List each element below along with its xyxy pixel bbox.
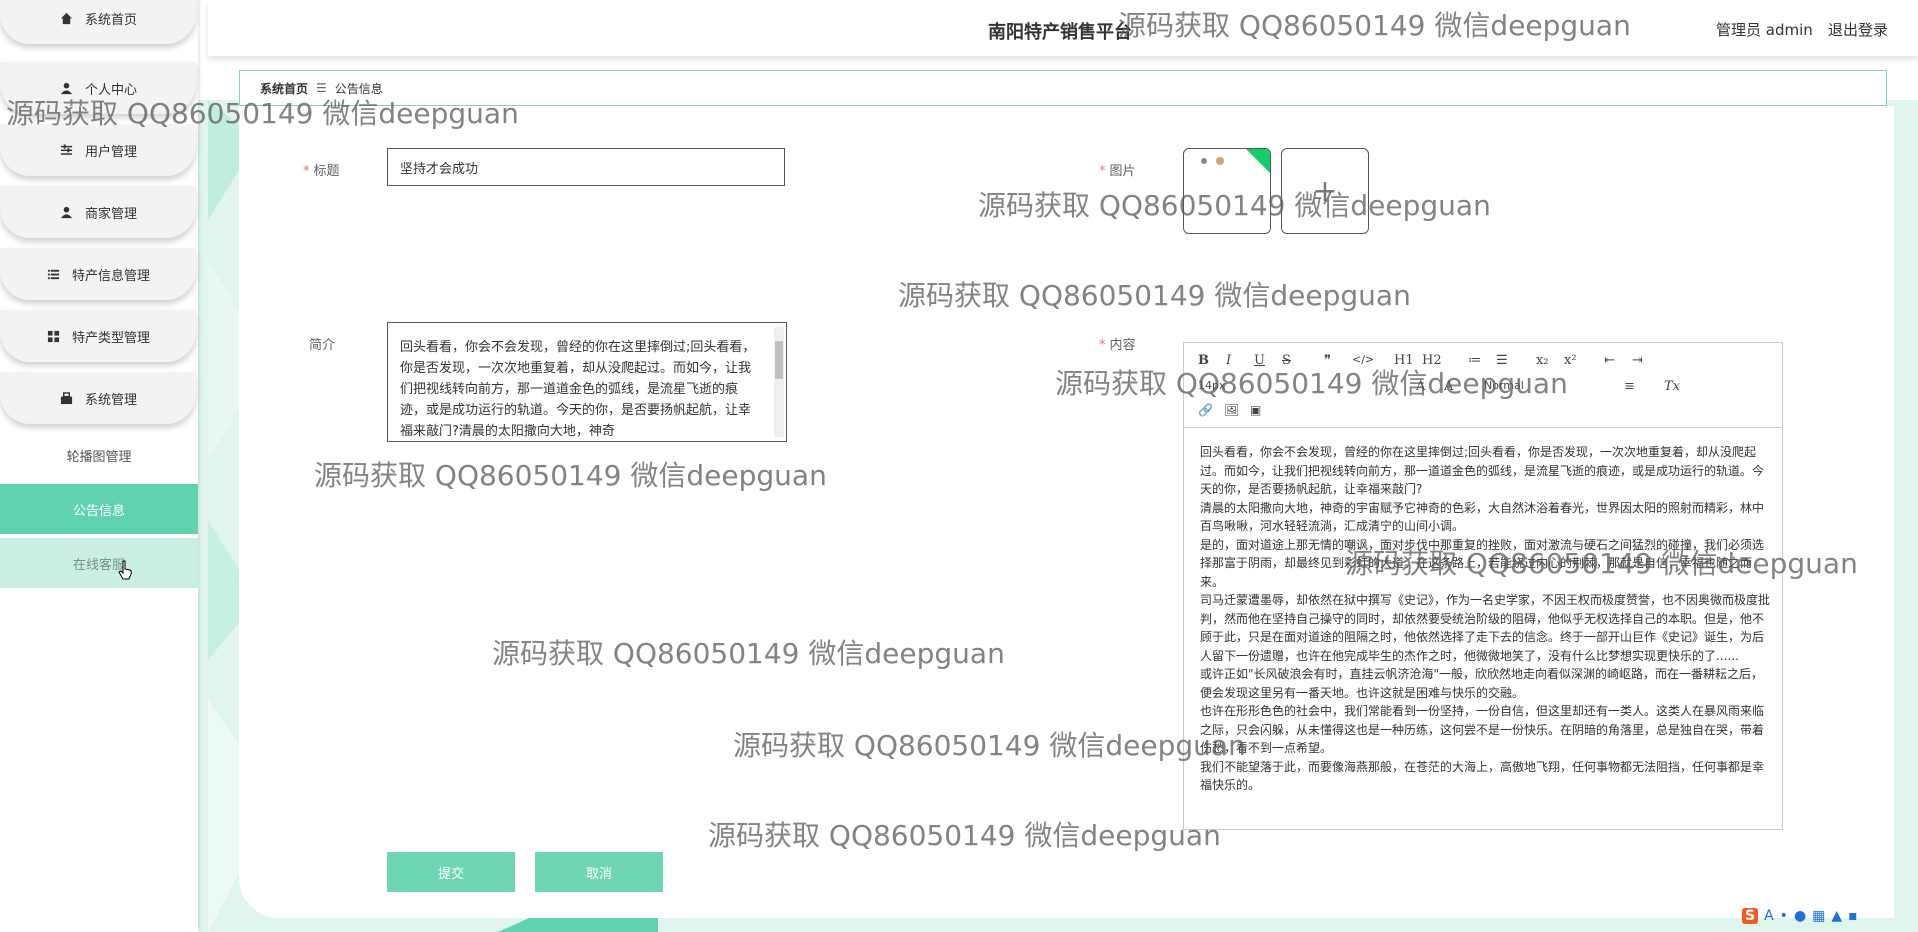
summary-textarea[interactable]: 回头看看，你会不会发现，曾经的你在这里摔倒过;回头看看，你是否发现，一次次地重复…: [387, 322, 787, 442]
sidebar-item-label: 个人中心: [84, 82, 137, 98]
submit-button[interactable]: 提交: [387, 852, 515, 892]
sidebar-item-home[interactable]: 系统首页: [0, 0, 196, 44]
rich-text-editor[interactable]: B I U S ❞ </> H1 H2 ≔ ☰ x₂ x² ⇤ ⇥ 14px N…: [1183, 342, 1783, 830]
cancel-button[interactable]: 取消: [535, 852, 663, 892]
title-input[interactable]: [387, 148, 785, 186]
sliders-icon: [59, 142, 75, 158]
background-color-button[interactable]: A: [1444, 379, 1453, 394]
image-preview-icon: [1201, 157, 1224, 165]
sidebar-item-label: 商家管理: [84, 206, 137, 222]
sidebar-item-label: 用户管理: [84, 144, 137, 160]
admin-user-label: 管理员 admin: [1716, 21, 1813, 39]
user-icon: [59, 204, 75, 220]
editor-content[interactable]: 回头看看，你会不会发现，曾经的你在这里摔倒过;回头看看，你是否发现，一次次地重复…: [1200, 443, 1770, 795]
input-method-logo-icon[interactable]: S: [1742, 908, 1759, 924]
outdent-button[interactable]: ⇤: [1604, 353, 1615, 368]
sidebar-subitem-carousel[interactable]: 轮播图管理: [0, 430, 198, 480]
system-tray: S A • ● ▦ ▲ ▪: [1742, 908, 1858, 924]
ordered-list-button[interactable]: ≔: [1468, 353, 1481, 368]
title-label: * 标题: [303, 164, 340, 179]
logout-link[interactable]: 退出登录: [1828, 19, 1888, 40]
keyboard-icon[interactable]: ▦: [1812, 908, 1825, 924]
sidebar-item-users[interactable]: 用户管理: [0, 124, 196, 176]
hand-cursor-icon: [118, 560, 134, 584]
header-select[interactable]: Normal: [1484, 379, 1524, 392]
content-paragraph: 我们不能望落于此，而要像海燕那般，在苍茫的大海上，高傲地飞翔，任何事物都无法阻挡…: [1200, 759, 1765, 793]
clear-format-button[interactable]: Tx: [1664, 379, 1680, 394]
video-button[interactable]: ▣: [1250, 403, 1261, 417]
breadcrumb-separator-icon: ☰: [316, 81, 327, 95]
indent-button[interactable]: ⇥: [1632, 353, 1643, 368]
content-paragraph: 清晨的太阳撒向大地，神奇的宇宙赋予它神奇的色彩，大自然沐浴着春光，世界因太阳的照…: [1200, 500, 1765, 534]
h1-button[interactable]: H1: [1394, 353, 1414, 368]
font-size-select[interactable]: 14px: [1198, 379, 1226, 392]
image-label: * 图片: [1099, 164, 1136, 179]
breadcrumb-current: 公告信息: [334, 81, 383, 96]
sidebar-item-product-types[interactable]: 特产类型管理: [0, 310, 196, 362]
sidebar-item-label: 特产信息管理: [71, 268, 150, 284]
underline-button[interactable]: U: [1254, 353, 1265, 368]
superscript-button[interactable]: x²: [1564, 353, 1577, 368]
summary-label: 简介: [309, 338, 336, 353]
content-paragraph: 司马迁蒙遭墨辱，却依然在狱中撰写《史记》，作为一名史学家，不因王权而极度赞誉，也…: [1200, 593, 1771, 663]
subscript-button[interactable]: x₂: [1536, 353, 1549, 368]
content-paragraph: 回头看看，你会不会发现，曾经的你在这里摔倒过;回头看看，你是否发现，一次次地重复…: [1200, 445, 1765, 496]
punctuation-icon[interactable]: •: [1780, 908, 1788, 924]
sidebar-subitem-label: 轮播图管理: [66, 449, 132, 465]
content-label: * 内容: [1099, 338, 1136, 353]
summary-text: 回头看看，你会不会发现，曾经的你在这里摔倒过;回头看看，你是否发现，一次次地重复…: [400, 340, 756, 439]
top-header: 南阳特产销售平台 管理员 admin 退出登录: [208, 0, 1918, 56]
shirt-icon[interactable]: ▲: [1831, 908, 1842, 924]
content-paragraph: 或许正如"长风破浪会有时，直挂云帆济沧海"一般，欣欣然地走向看似深渊的崎岖路，而…: [1200, 667, 1764, 700]
content-paragraph: 也许在形形色色的社会中，我们常能看到一份坚持，一份自信，但这里却还有一类人。这类…: [1200, 704, 1765, 755]
sidebar-subitem-label: 公告信息: [72, 503, 125, 519]
h2-button[interactable]: H2: [1422, 353, 1442, 368]
align-button[interactable]: ≡: [1624, 379, 1635, 394]
code-block-button[interactable]: </>: [1352, 353, 1374, 366]
blockquote-button[interactable]: ❞: [1324, 353, 1331, 368]
list-icon: [46, 266, 62, 282]
sidebar-item-system[interactable]: 系统管理: [0, 372, 196, 424]
breadcrumb: 系统首页 ☰ 公告信息: [239, 70, 1887, 106]
site-title: 南阳特产销售平台: [988, 22, 1132, 43]
font-color-button[interactable]: A: [1416, 379, 1425, 394]
plus-icon: +: [1312, 173, 1338, 209]
settings-icon: [59, 390, 75, 406]
uploaded-image-thumbnail[interactable]: [1183, 148, 1271, 234]
upload-success-badge: [1246, 149, 1270, 173]
home-icon: [59, 10, 75, 26]
sidebar-item-products[interactable]: 特产信息管理: [0, 248, 196, 300]
strike-button[interactable]: S: [1282, 353, 1291, 368]
user-icon: [59, 80, 75, 96]
grid-icon[interactable]: ▪: [1848, 908, 1858, 924]
sidebar-item-merchants[interactable]: 商家管理: [0, 186, 196, 238]
image-button[interactable]: 🖼: [1224, 403, 1239, 417]
sidebar-item-profile[interactable]: 个人中心: [0, 62, 196, 114]
sidebar: 系统首页 个人中心 用户管理 商家管理 特产信息管理 特产类型管理 系统管理 轮…: [0, 0, 198, 932]
add-image-button[interactable]: +: [1281, 148, 1369, 234]
font-icon[interactable]: A: [1764, 908, 1774, 924]
sidebar-item-label: 系统管理: [84, 392, 137, 408]
sidebar-subitem-online-service[interactable]: 在线客服: [0, 538, 198, 588]
sidebar-subitem-announcements[interactable]: 公告信息: [0, 484, 198, 534]
bold-button[interactable]: B: [1198, 353, 1209, 368]
grid-icon: [46, 328, 62, 344]
microphone-icon[interactable]: ●: [1794, 908, 1806, 924]
link-button[interactable]: 🔗: [1198, 403, 1213, 417]
editor-toolbar: B I U S ❞ </> H1 H2 ≔ ☰ x₂ x² ⇤ ⇥ 14px N…: [1184, 343, 1782, 428]
breadcrumb-home[interactable]: 系统首页: [260, 80, 308, 97]
content-paragraph: 是的，面对道途上那无情的嘲讽，面对步伐中那重复的挫败，面对激流与硬石之间猛烈的碰…: [1200, 537, 1765, 589]
sidebar-item-label: 系统首页: [84, 12, 137, 28]
textarea-scrollbar[interactable]: [774, 327, 784, 437]
italic-button[interactable]: I: [1226, 353, 1231, 368]
scrollbar-thumb[interactable]: [775, 341, 783, 379]
bullet-list-button[interactable]: ☰: [1496, 353, 1508, 368]
sidebar-item-label: 特产类型管理: [71, 330, 150, 346]
